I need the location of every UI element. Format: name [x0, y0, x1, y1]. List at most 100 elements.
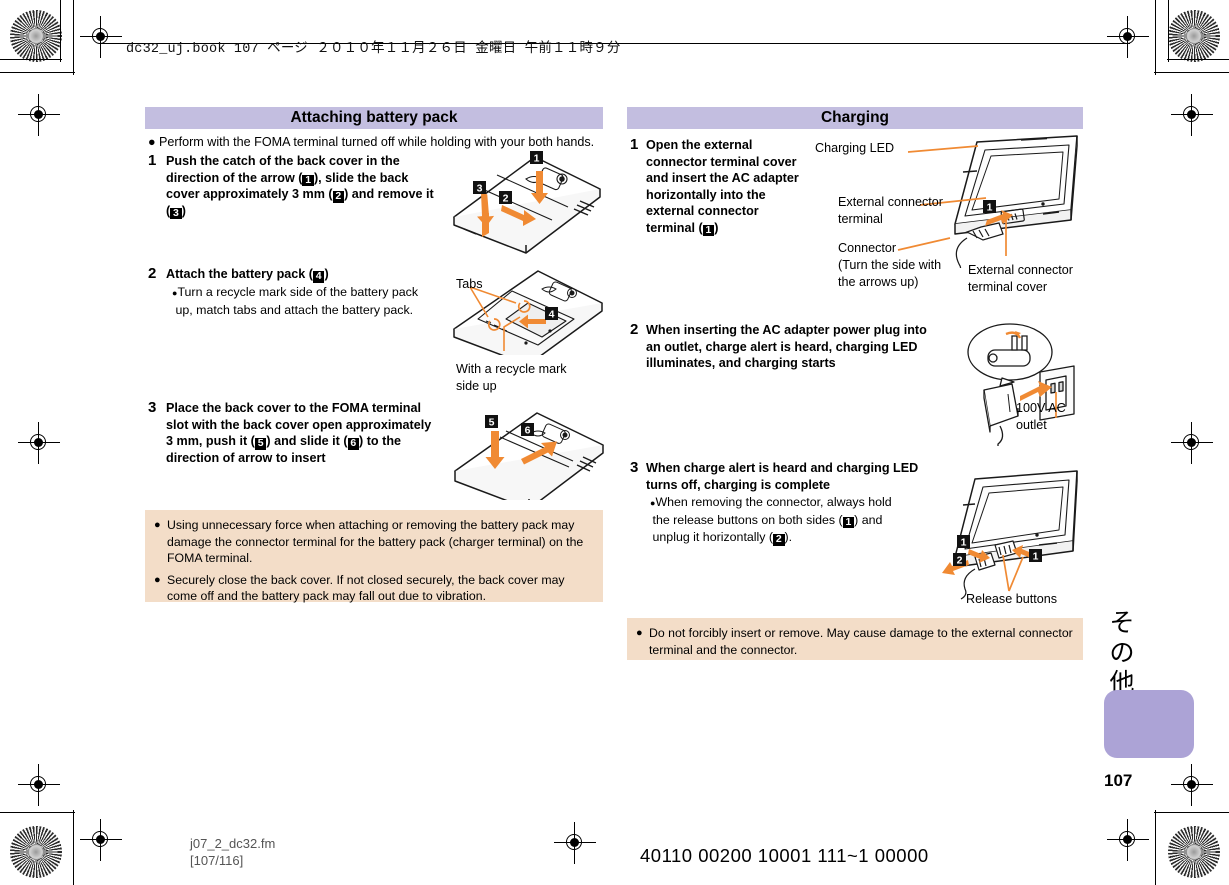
step-marker: 1	[702, 224, 715, 236]
crop-line	[1168, 0, 1170, 62]
registration-mark-left-upper	[18, 94, 60, 136]
svg-text:2: 2	[503, 193, 509, 205]
note-item-text: Using unnecessary force when attaching o…	[167, 518, 584, 565]
registration-mark-right-middle	[1171, 422, 1213, 464]
registration-mark-left-middle	[18, 422, 60, 464]
note-item: ● Using unnecessary force when attaching …	[154, 517, 593, 567]
illustration-label-release-buttons: Release buttons	[966, 592, 1058, 606]
crop-line	[60, 0, 62, 62]
svg-text:1: 1	[961, 537, 967, 549]
registration-starburst-top-right	[1168, 10, 1220, 62]
footer-print-code: 40110 00200 10001 111~1 00000	[640, 845, 929, 866]
svg-text:4: 4	[549, 309, 555, 321]
crop-line	[0, 812, 75, 814]
step-bullet-line: ●When removing the connector, always hol…	[650, 495, 892, 509]
step-bullet-line: the release buttons on both sides (1) an…	[650, 512, 950, 530]
illustration-label-external-connector-cover-l2: terminal cover	[968, 280, 1048, 294]
illustration-label-tabs: Tabs	[456, 277, 483, 291]
step-number-right-2: 2	[630, 321, 639, 338]
page-number: 107	[1104, 771, 1133, 790]
step-body-left-1: Push the catch of the back cover in the d…	[166, 154, 434, 219]
step-bullets-left-2: ●Turn a recycle mark side of the battery…	[172, 284, 434, 318]
note-item: ● Do not forcibly insert or remove. May c…	[636, 625, 1073, 658]
crop-line	[0, 59, 62, 61]
step-bullet-line: ●Turn a recycle mark side of the battery…	[172, 285, 419, 299]
footer-file-name: j07_2_dc32.fm	[190, 836, 276, 851]
step-body-right-3: When charge alert is heard and charging …	[646, 461, 919, 492]
bullet-indent	[650, 516, 653, 526]
svg-text:5: 5	[489, 417, 495, 429]
bullet-dot-icon: ●	[148, 135, 156, 149]
step-marker: 1	[302, 174, 314, 186]
illustration-label-ac-outlet-l2: outlet	[1016, 418, 1047, 432]
illustration-label-connector: Connector	[838, 241, 897, 255]
crop-line	[73, 0, 75, 75]
crop-line	[1155, 810, 1157, 885]
crop-line	[0, 72, 75, 74]
step-marker: 5	[254, 437, 267, 450]
step-marker: 4	[312, 270, 325, 283]
step-number-right-3: 3	[630, 459, 639, 476]
step-number-left-3: 3	[148, 399, 157, 416]
step-body-right-1: Open the external connector terminal cove…	[646, 138, 799, 236]
registration-mark-left-lower	[18, 764, 60, 806]
illustration-label-charging-led: Charging LED	[815, 141, 895, 155]
registration-mark-top-left	[80, 16, 122, 58]
side-tab-char-2: の	[1109, 638, 1135, 667]
crop-line	[1155, 0, 1157, 75]
bullet-dot-icon: ●	[154, 519, 161, 531]
illustration-label-recycle-mark-line2: side up	[456, 379, 497, 393]
step-marker: 2	[773, 533, 785, 546]
illustration-insert-back-cover: 5 6	[443, 405, 611, 500]
registration-mark-right-lower	[1171, 764, 1213, 806]
side-tab-char-1: そ	[1109, 608, 1135, 637]
note-box-connector: ● Do not forcibly insert or remove. May c…	[627, 618, 1083, 660]
bullet-dot-icon: ●	[172, 288, 178, 298]
step-marker: 1	[842, 516, 855, 528]
step-bullets-right-3: ●When removing the connector, always hol…	[650, 494, 950, 547]
illustration-label-connector-note-l2: the arrows up)	[838, 275, 919, 289]
note-item-text: Do not forcibly insert or remove. May ca…	[649, 626, 1073, 657]
step-bullet-line: unplug it horizontally (2).	[650, 529, 950, 547]
illustration-label-recycle-mark-line1: With a recycle mark	[456, 362, 567, 376]
svg-text:6: 6	[525, 425, 531, 437]
step-marker: 2	[332, 190, 345, 203]
note-item-text: Securely close the back cover. If not cl…	[167, 572, 565, 604]
registration-starburst-bottom-left	[10, 826, 62, 878]
crop-line	[1167, 59, 1229, 61]
step-bullet-line: up, match tabs and attach the battery pa…	[172, 302, 434, 319]
illustration-label-external-connector-terminal-l2: terminal	[838, 212, 883, 226]
step-number-right-1: 1	[630, 136, 639, 153]
illustration-remove-connector: 1 1 2	[925, 465, 1090, 600]
svg-text:3: 3	[477, 183, 483, 195]
illustration-label-connector-note-l1: (Turn the side with	[838, 258, 942, 272]
registration-mark-bottom-center	[554, 822, 596, 864]
illustration-label-external-connector-terminal-l1: External connector	[838, 195, 944, 209]
registration-mark-bottom-left	[80, 819, 122, 861]
section-header-attaching-battery-pack: Attaching battery pack	[145, 107, 603, 129]
step-body-left-2: Attach the battery pack (4)	[166, 267, 329, 283]
footer-page-range: [107/116]	[190, 853, 244, 868]
illustration-label-ac-outlet-l1: 100V AC	[1016, 401, 1066, 415]
illustration-label-external-connector-cover-l1: External connector	[968, 263, 1074, 277]
side-tab-color-block	[1104, 690, 1194, 758]
step-body-right-2: When inserting the AC adapter power plug…	[646, 323, 927, 370]
registration-mark-right-upper	[1171, 94, 1213, 136]
bullet-indent	[172, 303, 175, 317]
svg-text:1: 1	[1033, 551, 1039, 563]
bullet-indent	[650, 533, 653, 543]
svg-text:1: 1	[534, 153, 540, 165]
step-number-left-1: 1	[148, 152, 157, 169]
note-item: ● Securely close the back cover. If not c…	[154, 572, 593, 605]
registration-starburst-bottom-right	[1168, 826, 1220, 878]
registration-starburst-top-left	[10, 10, 62, 62]
illustration-remove-back-cover: 1 3 2	[440, 145, 610, 260]
bullet-dot-icon: ●	[154, 573, 161, 586]
registration-mark-top-right	[1107, 16, 1149, 58]
step-number-left-2: 2	[148, 265, 157, 282]
page-header-text: dc32_uj.book 107 ページ ２０１０年１１月２６日 金曜日 午前１…	[126, 42, 621, 57]
note-box-battery-pack: ● Using unnecessary force when attaching …	[145, 510, 603, 605]
crop-line	[1154, 812, 1229, 814]
step-marker: 3	[170, 207, 182, 219]
registration-mark-bottom-right	[1107, 819, 1149, 861]
